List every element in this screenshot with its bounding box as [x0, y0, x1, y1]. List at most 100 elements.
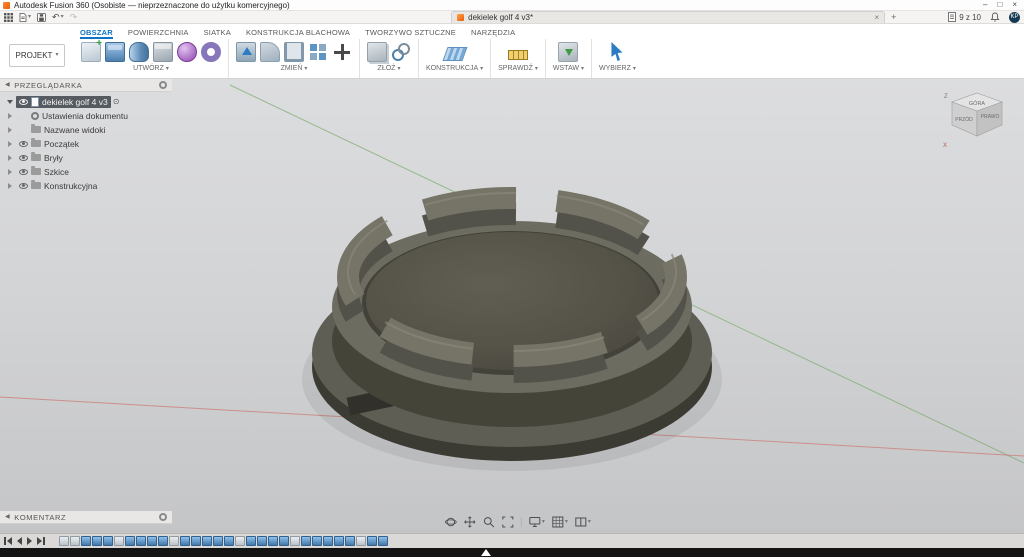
box-primitive-icon[interactable] [153, 42, 173, 62]
tab-narzedzia[interactable]: NARZĘDZIA [471, 28, 515, 39]
press-pull-icon[interactable] [236, 42, 256, 62]
collapse-arrow-icon[interactable]: ◀ [5, 514, 10, 520]
new-component-icon[interactable] [81, 42, 101, 62]
display-settings-icon[interactable]: ▾ [529, 516, 545, 528]
browser-item-konstrukcyjna[interactable]: Konstrukcyjna ⊙ [2, 179, 172, 192]
group-label-wybierz[interactable]: WYBIERZ▾ [599, 65, 636, 72]
browser-item-dekielek[interactable]: dekielek golf 4 v3 ⊙ [2, 95, 172, 108]
browser-item-bryly[interactable]: Bryły ⊙ [2, 151, 172, 164]
visibility-eye-icon[interactable] [19, 169, 28, 175]
group-label-sprawdz[interactable]: SPRAWDŹ▾ [498, 65, 538, 72]
skip-start-button[interactable] [4, 537, 12, 545]
timeline-feature[interactable] [246, 536, 256, 546]
group-label-wstaw[interactable]: WSTAW▾ [553, 65, 584, 72]
timeline-feature[interactable] [301, 536, 311, 546]
timeline-feature[interactable] [147, 536, 157, 546]
timeline-feature[interactable] [70, 536, 80, 546]
close-button[interactable]: × [1012, 1, 1017, 9]
document-counter[interactable]: 9 z 10 [948, 12, 981, 22]
timeline-feature[interactable] [213, 536, 223, 546]
timeline-feature[interactable] [136, 536, 146, 546]
zoom-icon[interactable] [483, 516, 495, 528]
save-icon[interactable] [37, 13, 46, 22]
expand-arrow-icon[interactable] [5, 113, 14, 119]
timeline-feature[interactable] [290, 536, 300, 546]
timeline-feature[interactable] [224, 536, 234, 546]
fit-view-icon[interactable] [502, 516, 514, 528]
expand-arrow-icon[interactable] [5, 155, 14, 161]
project-dropdown-button[interactable]: PROJEKT ▾ [9, 44, 66, 67]
timeline-feature[interactable] [312, 536, 322, 546]
gear-icon[interactable] [159, 81, 167, 89]
expand-arrow-icon[interactable] [5, 169, 14, 175]
expand-arrow-icon[interactable] [5, 141, 14, 147]
timeline-feature[interactable] [345, 536, 355, 546]
timeline-feature[interactable] [125, 536, 135, 546]
timeline-feature[interactable] [92, 536, 102, 546]
timeline-feature[interactable] [191, 536, 201, 546]
expand-arrow-icon[interactable] [5, 127, 14, 133]
timeline-feature[interactable] [334, 536, 344, 546]
visibility-eye-icon[interactable] [19, 99, 28, 105]
select-icon[interactable] [609, 42, 625, 62]
tab-konstrukcja-blachowa[interactable]: KONSTRUKCJA BLACHOWA [246, 28, 350, 39]
torus-primitive-icon[interactable] [201, 42, 221, 62]
form-icon[interactable] [177, 42, 197, 62]
timeline-feature[interactable] [235, 536, 245, 546]
timeline-feature[interactable] [378, 536, 388, 546]
new-tab-button[interactable]: + [891, 13, 896, 22]
construction-plane-icon[interactable] [442, 47, 467, 61]
shell-icon[interactable] [284, 42, 304, 62]
timeline-feature[interactable] [103, 536, 113, 546]
timeline-feature[interactable] [268, 536, 278, 546]
skip-end-button[interactable] [37, 537, 45, 545]
tab-powierzchnia[interactable]: POWIERZCHNIA [128, 28, 189, 39]
maximize-button[interactable]: □ [997, 1, 1002, 9]
tab-siatka[interactable]: SIATKA [204, 28, 231, 39]
hubcap-model[interactable] [302, 193, 722, 471]
document-tab[interactable]: dekielek golf 4 v3* × [451, 11, 885, 23]
insert-icon[interactable] [558, 42, 578, 62]
fillet-icon[interactable] [260, 42, 280, 62]
pan-icon[interactable] [464, 516, 476, 528]
timeline-scrub-strip[interactable] [0, 548, 1024, 557]
gear-icon[interactable] [159, 513, 167, 521]
group-label-zloz[interactable]: ZŁÓŻ▾ [378, 65, 401, 72]
timeline-feature[interactable] [367, 536, 377, 546]
visibility-eye-icon[interactable] [19, 155, 28, 161]
redo-icon[interactable]: ↷ [70, 13, 78, 22]
viewcube[interactable]: Z GÓRA PRZÓD PRAWO X [940, 87, 1014, 156]
orbit-icon[interactable] [445, 516, 457, 528]
timeline-feature[interactable] [356, 536, 366, 546]
play-button[interactable] [27, 537, 32, 545]
browser-item-nazwane-widoki[interactable]: Nazwane widoki ⊙ [2, 123, 172, 136]
timeline-feature[interactable] [114, 536, 124, 546]
extrude-icon[interactable] [105, 42, 125, 62]
browser-item-ustawienia-dokumentu[interactable]: Ustawienia dokumentu ⊙ [2, 109, 172, 122]
undo-icon[interactable]: ↶ ▾ [52, 13, 64, 22]
notifications-bell-icon[interactable] [990, 12, 1000, 22]
playhead-marker-icon[interactable] [481, 549, 491, 556]
file-menu-icon[interactable]: ▾ [19, 13, 31, 22]
timeline-feature[interactable] [279, 536, 289, 546]
assemble-icon[interactable] [367, 42, 387, 62]
timeline-feature[interactable] [169, 536, 179, 546]
expand-arrow-icon[interactable] [5, 183, 14, 189]
group-label-zmien[interactable]: ZMIEŃ▾ [281, 65, 308, 72]
tab-close-icon[interactable]: × [874, 14, 879, 22]
pattern-icon[interactable] [308, 42, 328, 62]
group-label-utworz[interactable]: UTWÓRZ▾ [133, 65, 169, 72]
viewports-icon[interactable]: ▾ [575, 516, 591, 528]
measure-icon[interactable] [508, 50, 528, 60]
expand-arrow-icon[interactable] [5, 100, 14, 104]
timeline-feature[interactable] [59, 536, 69, 546]
collapse-arrow-icon[interactable]: ◀ [5, 82, 10, 88]
joint-icon[interactable] [391, 42, 411, 62]
browser-item-poczatek[interactable]: Początek ⊙ [2, 137, 172, 150]
timeline-feature[interactable] [202, 536, 212, 546]
app-grid-icon[interactable] [4, 13, 13, 22]
timeline-feature[interactable] [81, 536, 91, 546]
viewport-3d[interactable]: ◀ PRZEGLĄDARKA dekielek golf 4 v3 ⊙ [0, 79, 1024, 533]
minimize-button[interactable]: – [983, 1, 987, 9]
group-label-konstrukcja[interactable]: KONSTRUKCJA▾ [426, 65, 483, 72]
